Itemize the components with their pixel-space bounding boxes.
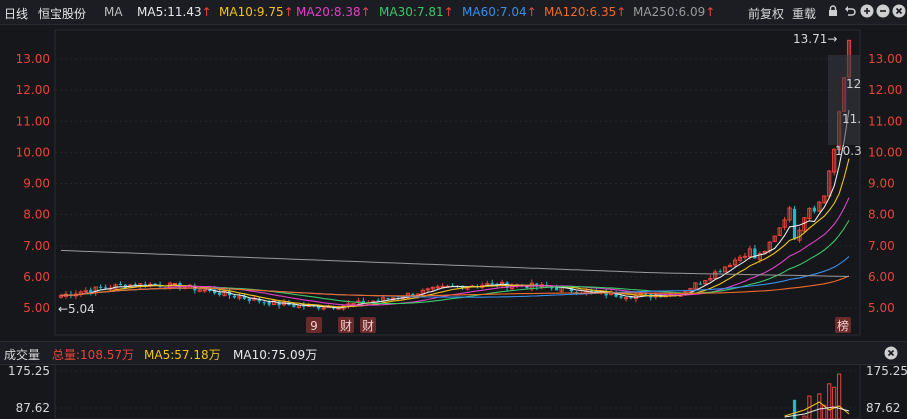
volume-total: 总量:108.57万 xyxy=(52,348,135,362)
price-tick-left: 13.00 xyxy=(16,52,50,66)
volume-label[interactable]: 成交量 xyxy=(4,346,40,363)
low-price-label: ←5.04 xyxy=(58,302,95,316)
candle-body xyxy=(623,297,629,300)
candle-body xyxy=(202,289,207,292)
volume-frame xyxy=(54,363,861,419)
price-tick-right: 10.00 xyxy=(868,145,902,159)
volume-ma10: MA10:75.09万 xyxy=(233,348,318,362)
price-tick-left: 5.00 xyxy=(23,301,50,315)
volume-bar xyxy=(837,373,842,419)
candle-body xyxy=(619,296,623,298)
candle-body xyxy=(262,302,266,304)
candle-body xyxy=(83,290,88,293)
candle-body xyxy=(321,307,326,310)
partial-label: 11. xyxy=(842,112,861,126)
price-tick-right: 7.00 xyxy=(868,239,895,253)
price-tick-right: 6.00 xyxy=(868,270,895,284)
candle-body xyxy=(218,292,222,295)
volume-bar xyxy=(827,383,832,419)
price-tick-right: 11.00 xyxy=(868,114,902,128)
price-tick-right: 9.00 xyxy=(868,177,895,191)
event-marker-label: 财 xyxy=(340,319,352,333)
volume-bar xyxy=(832,386,837,419)
candle-body xyxy=(742,255,748,258)
partial-label: 12 xyxy=(846,77,861,91)
price-tick-right: 5.00 xyxy=(868,301,895,315)
price-tick-left: 9.00 xyxy=(23,177,50,191)
volume-tick-left: 87.62 xyxy=(16,401,50,415)
high-price-label: 13.71→ xyxy=(793,32,837,46)
price-tick-left: 12.00 xyxy=(16,83,50,97)
volume-ma5: MA5:57.18万 xyxy=(144,348,221,362)
event-marker-label: 财 xyxy=(362,319,374,333)
price-tick-left: 6.00 xyxy=(23,270,50,284)
candle-body xyxy=(267,301,271,305)
candle-body xyxy=(792,208,797,240)
event-marker-label: 榜 xyxy=(837,318,849,333)
candle-body xyxy=(208,290,212,292)
candle-body xyxy=(172,282,178,285)
price-tick-left: 10.00 xyxy=(16,145,50,159)
volume-tick-right: 175.25 xyxy=(866,364,907,378)
candle-body xyxy=(118,283,123,286)
price-tick-right: 8.00 xyxy=(868,208,895,222)
volume-tick-right: 87.62 xyxy=(866,401,900,415)
price-tick-left: 11.00 xyxy=(16,114,50,128)
candle-body xyxy=(698,283,702,285)
candle-body xyxy=(232,295,237,298)
candle-body xyxy=(104,287,108,289)
event-marker-label: 9 xyxy=(310,319,318,333)
price-tick-right: 12.00 xyxy=(868,83,902,97)
candle-body xyxy=(386,298,390,300)
price-tick-left: 8.00 xyxy=(23,208,50,222)
candle-body xyxy=(351,302,356,305)
candle-body xyxy=(99,286,103,288)
partial-label: 10.3 xyxy=(835,144,862,158)
ma30-line xyxy=(60,220,850,305)
candle-body xyxy=(718,271,722,273)
candle-body xyxy=(247,298,251,301)
candle-body xyxy=(490,282,494,284)
volume-header: 成交量 总量:108.57万 MA5:57.18万 MA10:75.09万 xyxy=(0,341,907,365)
volume-tick-left: 175.25 xyxy=(8,364,50,378)
volume-bar xyxy=(817,393,822,419)
price-tick-right: 13.00 xyxy=(868,52,902,66)
ma250-line xyxy=(60,249,850,277)
volume-close-icon[interactable] xyxy=(884,346,898,360)
candle-body xyxy=(89,289,93,293)
price-tick-left: 7.00 xyxy=(23,239,50,253)
overlay-block xyxy=(828,55,860,145)
candle-body xyxy=(812,207,816,212)
